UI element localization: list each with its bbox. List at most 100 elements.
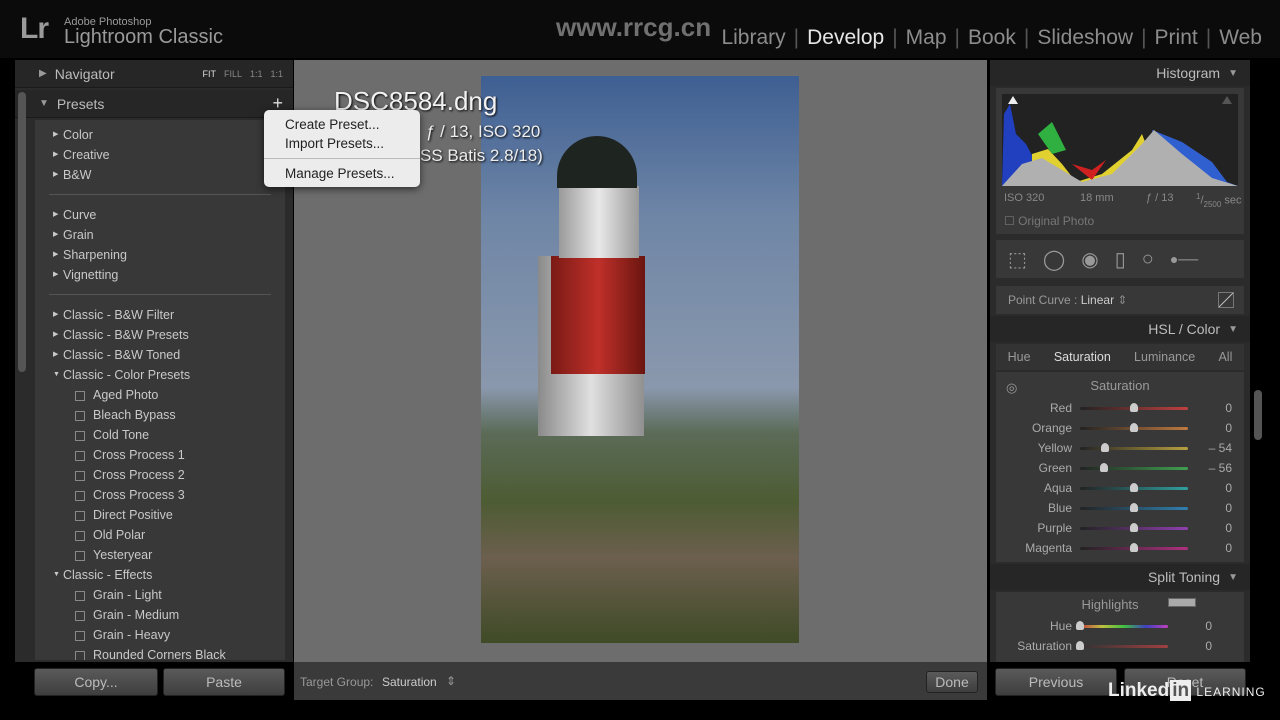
slider-thumb[interactable] <box>1099 462 1108 472</box>
previous-button[interactable]: Previous <box>995 668 1117 696</box>
chevron-updown-icon: ⇕ <box>446 674 457 688</box>
preset-item[interactable]: Cross Process 2 <box>35 465 285 485</box>
right-scrollbar[interactable] <box>1254 390 1262 440</box>
menu-create-preset[interactable]: Create Preset... <box>264 115 420 134</box>
module-develop[interactable]: Develop <box>799 26 892 50</box>
module-print[interactable]: Print <box>1147 26 1206 50</box>
tab-saturation[interactable]: Saturation <box>1054 350 1111 364</box>
graduated-filter-icon[interactable]: ▯ <box>1115 247 1126 272</box>
slider-thumb[interactable] <box>1130 422 1138 432</box>
preset-folder[interactable]: Grain <box>35 225 285 245</box>
slider-green: Green – 56 <box>996 458 1244 478</box>
preset-folder-color[interactable]: Classic - Color Presets <box>35 365 285 385</box>
preset-item[interactable]: Rounded Corners Black <box>35 645 285 660</box>
preset-divider <box>49 294 271 295</box>
red-eye-icon[interactable]: ◉ <box>1081 247 1098 272</box>
hsl-header[interactable]: HSL / Color ▼ <box>990 316 1250 342</box>
preset-divider <box>49 194 271 195</box>
preset-folder[interactable]: Sharpening <box>35 245 285 265</box>
preset-item[interactable]: Yesteryear <box>35 545 285 565</box>
preset-folder[interactable]: B&W <box>35 165 285 185</box>
left-scrollbar[interactable] <box>18 92 26 372</box>
module-slideshow[interactable]: Slideshow <box>1029 26 1141 50</box>
navigator-header[interactable]: ▶ Navigator FIT FILL 1:1 1:1 <box>15 60 293 88</box>
slider-track[interactable] <box>1080 442 1188 452</box>
preset-folder-effects[interactable]: Classic - Effects <box>35 565 285 585</box>
point-curve-select[interactable]: Linear <box>1081 293 1114 307</box>
slider-track[interactable] <box>1076 620 1168 630</box>
tab-luminance[interactable]: Luminance <box>1134 350 1195 364</box>
slider-track[interactable] <box>1080 522 1188 532</box>
menu-import-presets[interactable]: Import Presets... <box>264 134 420 153</box>
menu-manage-presets[interactable]: Manage Presets... <box>264 164 420 183</box>
tab-all[interactable]: All <box>1218 350 1232 364</box>
zoom-fit[interactable]: FIT <box>202 69 216 79</box>
slider-track[interactable] <box>1080 422 1188 432</box>
slider-track[interactable] <box>1076 640 1168 650</box>
target-adjust-icon[interactable]: ◎ <box>1006 380 1017 396</box>
presets-title: Presets <box>56 95 105 112</box>
paste-button[interactable]: Paste <box>163 668 285 696</box>
collapse-icon: ▼ <box>1228 323 1238 335</box>
preset-item[interactable]: Direct Positive <box>35 505 285 525</box>
slider-track[interactable] <box>1080 462 1188 472</box>
slider-thumb[interactable] <box>1130 542 1138 552</box>
zoom-1-1[interactable]: 1:1 <box>250 69 263 79</box>
preset-folder[interactable]: Vignetting <box>35 265 285 285</box>
module-book[interactable]: Book <box>960 26 1024 50</box>
zoom-fill[interactable]: FILL <box>224 69 242 79</box>
preset-item[interactable]: Grain - Medium <box>35 605 285 625</box>
slider-label: Blue <box>1047 501 1072 515</box>
crop-tool-icon[interactable]: ⬚ <box>1008 247 1027 272</box>
preset-folder[interactable]: Classic - B&W Filter <box>35 305 285 325</box>
preset-item[interactable]: Grain - Light <box>35 585 285 605</box>
tab-hue[interactable]: Hue <box>1008 350 1031 364</box>
presets-header[interactable]: ▼ Presets + <box>15 90 293 118</box>
preset-item[interactable]: Old Polar <box>35 525 285 545</box>
slider-track[interactable] <box>1080 542 1188 552</box>
slider-thumb[interactable] <box>1076 620 1084 630</box>
menu-divider <box>264 158 420 159</box>
adjustment-brush-icon[interactable]: ●── <box>1170 251 1198 267</box>
module-web[interactable]: Web <box>1211 26 1270 50</box>
slider-thumb[interactable] <box>1100 442 1109 452</box>
slider-thumb[interactable] <box>1076 640 1084 650</box>
copy-button[interactable]: Copy... <box>34 668 158 696</box>
slider-thumb[interactable] <box>1130 502 1138 512</box>
preset-folder[interactable]: Curve <box>35 205 285 225</box>
preset-folder[interactable]: Classic - B&W Presets <box>35 325 285 345</box>
radial-filter-icon[interactable]: ○ <box>1142 248 1154 271</box>
slider-track[interactable] <box>1080 502 1188 512</box>
slider-label: Magenta <box>1025 541 1072 555</box>
linkedin-learning-logo: Linked in LEARNING <box>1108 680 1266 701</box>
split-toning-header[interactable]: Split Toning ▼ <box>990 564 1250 590</box>
module-map[interactable]: Map <box>898 26 955 50</box>
histogram-header[interactable]: Histogram ▼ <box>990 60 1250 86</box>
slider-thumb[interactable] <box>1130 522 1138 532</box>
done-button[interactable]: Done <box>926 671 978 693</box>
module-library[interactable]: Library <box>713 26 793 50</box>
lighthouse-tower-upper <box>559 186 639 258</box>
highlights-color-swatch[interactable] <box>1168 598 1196 607</box>
preset-folder[interactable]: Classic - B&W Toned <box>35 345 285 365</box>
preset-item[interactable]: Cold Tone <box>35 425 285 445</box>
preset-folder[interactable]: Creative <box>35 145 285 165</box>
preset-item[interactable]: Cross Process 3 <box>35 485 285 505</box>
lr-logo: Lr <box>20 12 49 45</box>
slider-track[interactable] <box>1080 482 1188 492</box>
original-photo-checkbox[interactable]: ☐ Original Photo <box>1004 214 1094 228</box>
slider-saturation: Saturation 0 <box>996 636 1244 656</box>
preset-item[interactable]: Bleach Bypass <box>35 405 285 425</box>
target-group-select[interactable]: Saturation <box>382 675 437 689</box>
preset-item[interactable]: Aged Photo <box>35 385 285 405</box>
hist-focal: 18 mm <box>1080 192 1114 204</box>
preset-folder[interactable]: Color <box>35 125 285 145</box>
slider-thumb[interactable] <box>1130 402 1138 412</box>
slider-thumb[interactable] <box>1130 482 1138 492</box>
preset-item[interactable]: Grain - Heavy <box>35 625 285 645</box>
zoom-custom[interactable]: 1:1 <box>270 69 283 79</box>
slider-track[interactable] <box>1080 402 1188 412</box>
spot-removal-icon[interactable]: ◯ <box>1043 247 1065 272</box>
preset-item[interactable]: Cross Process 1 <box>35 445 285 465</box>
curve-edit-icon[interactable] <box>1218 292 1234 308</box>
